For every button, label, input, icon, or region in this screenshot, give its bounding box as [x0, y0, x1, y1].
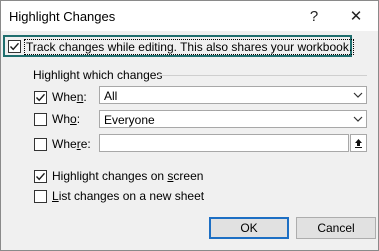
track-changes-checkbox[interactable] — [8, 40, 21, 53]
when-value: All — [104, 89, 118, 103]
who-checkbox[interactable] — [34, 113, 47, 126]
group-divider — [157, 75, 367, 76]
chevron-down-icon — [350, 87, 366, 103]
who-label: Who: — [52, 112, 81, 126]
close-icon: ✕ — [349, 8, 363, 25]
highlight-on-screen-checkbox[interactable] — [34, 170, 47, 183]
track-changes-option[interactable]: Track changes while editing. This also s… — [3, 35, 355, 57]
upload-arrow-icon — [355, 139, 362, 148]
help-button[interactable]: ? — [299, 3, 329, 29]
who-value: Everyone — [104, 113, 155, 127]
where-checkbox[interactable] — [34, 138, 47, 151]
track-changes-label: Track changes while editing. This also s… — [23, 39, 355, 55]
where-range-input[interactable] — [99, 134, 349, 152]
who-dropdown[interactable]: Everyone — [99, 110, 367, 128]
checkmark-icon — [9, 42, 20, 51]
when-dropdown[interactable]: All — [99, 86, 367, 104]
where-label: Where: — [52, 137, 91, 151]
checkmark-icon — [35, 93, 46, 102]
range-selector-button[interactable] — [350, 134, 367, 152]
when-checkbox[interactable] — [34, 91, 47, 104]
checkmark-icon — [35, 172, 46, 181]
close-button[interactable]: ✕ — [341, 3, 371, 29]
ok-button[interactable]: OK — [209, 217, 289, 239]
title-bar: Highlight Changes ? ✕ — [1, 1, 378, 31]
when-label: When: — [52, 90, 87, 104]
dialog-title: Highlight Changes — [9, 9, 116, 24]
cancel-button[interactable]: Cancel — [296, 217, 376, 239]
list-on-new-sheet-label: List changes on a new sheet — [52, 189, 205, 203]
help-icon: ? — [309, 7, 319, 25]
group-label-highlight-which-changes: Highlight which changes — [33, 68, 163, 82]
chevron-down-icon — [350, 111, 366, 127]
list-on-new-sheet-checkbox[interactable] — [34, 190, 47, 203]
highlight-on-screen-label: Highlight changes on screen — [52, 169, 204, 183]
